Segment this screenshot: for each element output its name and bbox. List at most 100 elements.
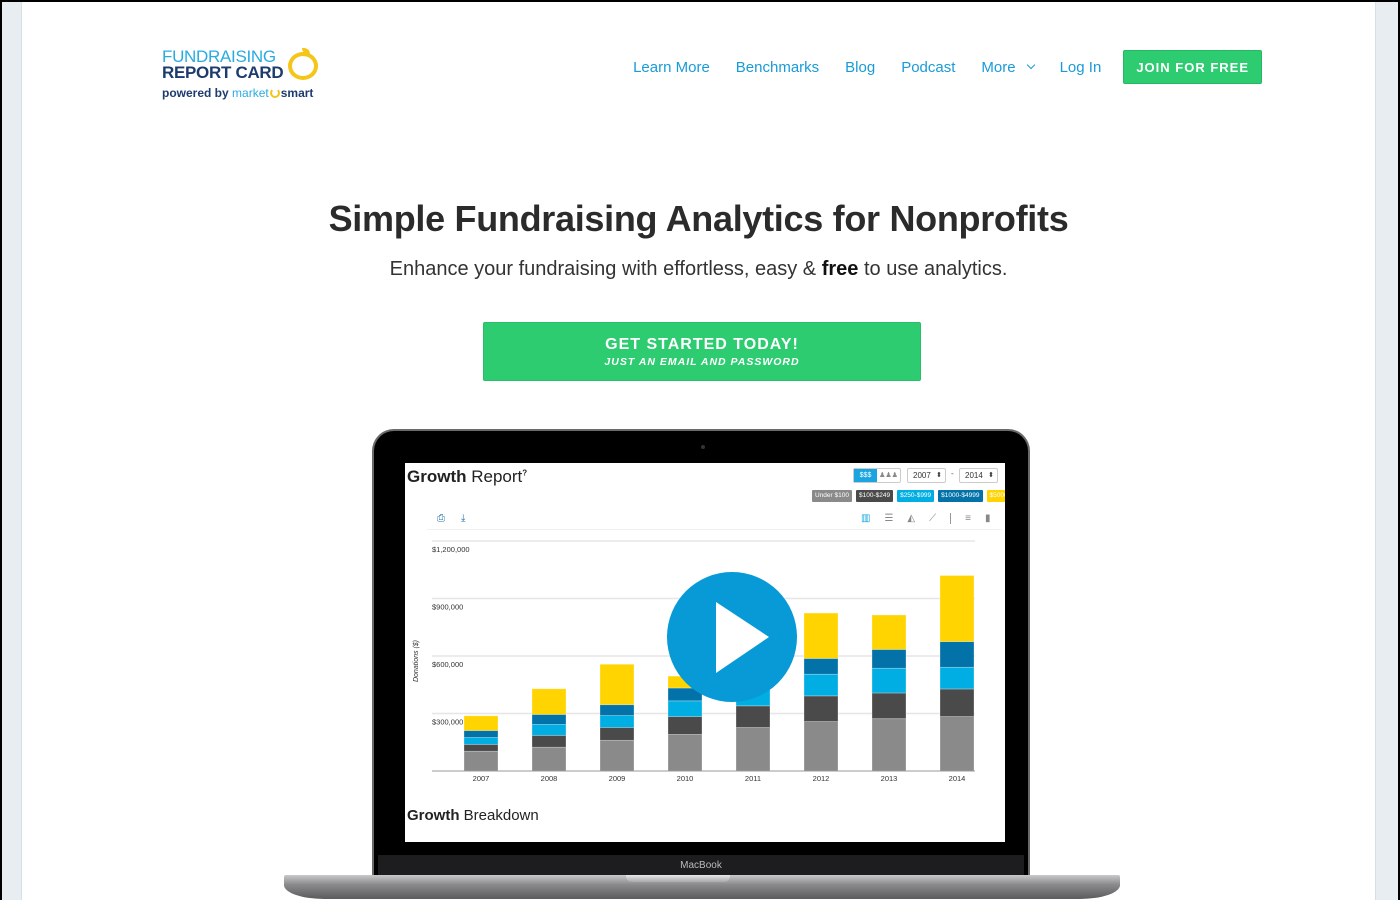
bar-segment[interactable] [667,716,703,735]
nav-label: Benchmarks [735,58,820,76]
bar-segment[interactable] [531,724,567,736]
subtitle-pre: Enhance your fundraising with effortless… [389,258,822,280]
nav-label: Blog [845,58,876,76]
title-bold: Growth [407,467,467,486]
bar-segment[interactable] [939,575,975,643]
cta-sublabel: JUST AN EMAIL AND PASSWORD [604,356,800,368]
bar-segment[interactable] [735,727,771,772]
x-tick-label: 2013 [881,774,898,783]
nav-benchmarks[interactable]: Benchmarks [736,59,819,76]
mode-toggle: $$$ ♟♟♟ [853,468,901,483]
logo-powered-by: powered by market smart [162,86,313,100]
x-tick-label: 2008 [541,774,558,783]
bar-segment[interactable] [803,612,839,659]
download-icon[interactable]: ⤓ [461,513,465,524]
line-chart-icon[interactable]: ⟋ [929,513,936,524]
partner-name-b: smart [280,86,314,100]
legend-item[interactable]: $250-$999 [897,490,935,502]
bar-segment[interactable] [599,704,635,717]
nav-blog[interactable]: Blog [845,59,875,76]
growth-report-title: Growth Report? [407,467,527,487]
site-logo[interactable]: FUNDRAISING REPORT CARD powered by marke… [162,48,332,104]
bar-segment[interactable] [803,673,839,697]
powered-by-text: powered by [162,86,229,100]
area-chart-icon[interactable]: ◭ [907,513,915,524]
toggle-dollars[interactable]: $$$ [854,469,877,482]
toolbar-divider-line [427,529,1002,530]
help-icon: ? [522,468,528,478]
export-tools: ⎙ ⤓ [437,513,465,524]
logo-line2: REPORT CARD [162,63,284,82]
bar-segment[interactable] [463,743,499,752]
bar-segment[interactable] [531,688,567,715]
bar-segment[interactable] [735,705,771,728]
title-rest: Breakdown [459,807,539,824]
x-tick-label: 2012 [813,774,830,783]
stacked-icon[interactable]: ≡ [965,513,971,524]
bar-segment[interactable] [599,663,635,706]
bar-segment[interactable] [667,733,703,772]
nav-label: More [981,58,1016,76]
x-tick-label: 2010 [677,774,694,783]
apple-icon [288,52,318,80]
bar-segment[interactable] [463,750,499,772]
bar-segment[interactable] [803,721,839,772]
bar-segment[interactable] [803,695,839,722]
partner-name-a: market [232,86,269,100]
bar-segment[interactable] [939,716,975,772]
laptop-video-preview[interactable]: Growth Report? $$$ ♟♟♟ 2007 - 2014 Under… [372,429,1030,879]
bar-segment[interactable] [599,739,635,772]
bar-segment[interactable] [871,667,907,694]
swoosh-icon [269,88,280,98]
bar-segment[interactable] [667,700,703,717]
cta-label: GET STARTED TODAY! [605,336,799,353]
bar-segment[interactable] [531,714,567,725]
x-tick-label: 2011 [745,774,761,783]
y-tick-label: $600,000 [432,660,463,669]
print-icon[interactable]: ⎙ [437,513,445,524]
main-nav: Learn More Benchmarks Blog Podcast More … [607,50,1262,84]
camera-icon [701,445,705,449]
year-to-select[interactable]: 2014 [959,468,998,483]
join-for-free-button[interactable]: JOIN FOR FREE [1123,50,1262,84]
video-play-button[interactable] [667,572,797,702]
get-started-button[interactable]: GET STARTED TODAY! JUST AN EMAIL AND PAS… [483,322,921,381]
chevron-down-icon [1026,60,1035,70]
nav-learn-more[interactable]: Learn More [633,59,710,76]
play-icon [716,602,769,673]
nav-more-dropdown[interactable]: More [981,58,1035,76]
bar-segment[interactable] [803,658,839,675]
legend-item[interactable]: $100-$249 [855,490,894,502]
bar-segment[interactable] [463,715,499,731]
bar-segment[interactable] [939,641,975,668]
bar-segment[interactable] [599,715,635,728]
bar-segment[interactable] [871,718,907,772]
legend-item[interactable]: $5000+ [986,490,1005,502]
bar-segment[interactable] [939,688,975,717]
bar-segment[interactable] [939,666,975,690]
bar-segment[interactable] [871,649,907,669]
page: FUNDRAISING REPORT CARD powered by marke… [21,2,1376,900]
title-bold: Growth [407,807,460,824]
bar-segment[interactable] [871,692,907,720]
year-from-select[interactable]: 2007 [907,468,946,483]
nav-label: Log In [1059,58,1102,76]
bar-chart-icon[interactable]: ▥ [861,513,870,524]
legend-item[interactable]: $1000-$4999 [938,490,983,502]
bar-segment[interactable] [599,727,635,741]
toggle-donors[interactable]: ♟♟♟ [877,469,900,482]
bar-segment[interactable] [463,737,499,745]
legend-item[interactable]: Under $100 [812,490,852,502]
bar-segment[interactable] [871,614,907,650]
bar-segment[interactable] [531,734,567,748]
bar-segment[interactable] [463,730,499,738]
laptop-screen: Growth Report? $$$ ♟♟♟ 2007 - 2014 Under… [405,463,1005,842]
nav-podcast[interactable]: Podcast [901,59,955,76]
chart-type-tools: ▥ ☰ ◭ ⟋ ≡ ▮ [861,513,990,524]
bar-segment[interactable] [531,746,567,772]
nav-log-in[interactable]: Log In [1060,59,1102,76]
subtitle-bold: free [821,258,859,280]
horizontal-bar-icon[interactable]: ☰ [884,513,893,524]
toolbar-divider [950,513,952,524]
grouped-bar-icon[interactable]: ▮ [985,513,991,524]
